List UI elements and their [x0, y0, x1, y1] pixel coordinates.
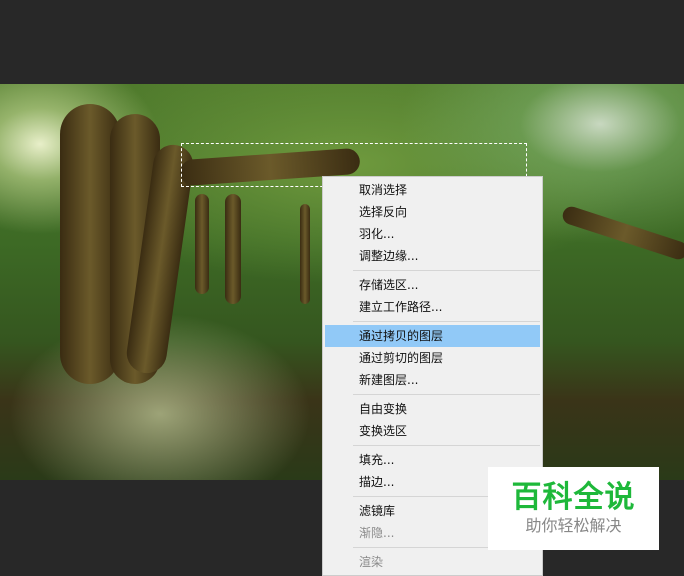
menu-separator: [353, 394, 540, 395]
menu-item-feather[interactable]: 羽化...: [325, 223, 540, 245]
watermark-logo: 百科全说 助你轻松解决: [488, 467, 659, 550]
menu-item-make-work-path[interactable]: 建立工作路径...: [325, 296, 540, 318]
tree-trunk: [225, 194, 241, 304]
menu-item-render: 渲染: [359, 555, 384, 569]
tree-trunk: [195, 194, 209, 294]
watermark-title: 百科全说: [511, 480, 636, 515]
watermark-subtitle: 助你轻松解决: [525, 516, 622, 535]
menu-item-new-layer[interactable]: 新建图层...: [325, 369, 540, 391]
menu-item-layer-via-cut[interactable]: 通过剪切的图层: [325, 347, 540, 369]
menu-separator: [353, 445, 540, 446]
tree-trunk: [300, 204, 310, 304]
menu-item-deselect[interactable]: 取消选择: [325, 179, 540, 201]
menu-separator: [353, 321, 540, 322]
menu-item-layer-via-copy[interactable]: 通过拷贝的图层: [325, 325, 540, 347]
menu-item-free-transform[interactable]: 自由变换: [325, 398, 540, 420]
menu-item-save-selection[interactable]: 存储选区...: [325, 274, 540, 296]
menu-item-inverse[interactable]: 选择反向: [325, 201, 540, 223]
tree-branch: [560, 204, 684, 262]
menu-item-transform-selection[interactable]: 变换选区: [325, 420, 540, 442]
menu-item-refine-edge[interactable]: 调整边缘...: [325, 245, 540, 267]
menu-separator: [353, 270, 540, 271]
